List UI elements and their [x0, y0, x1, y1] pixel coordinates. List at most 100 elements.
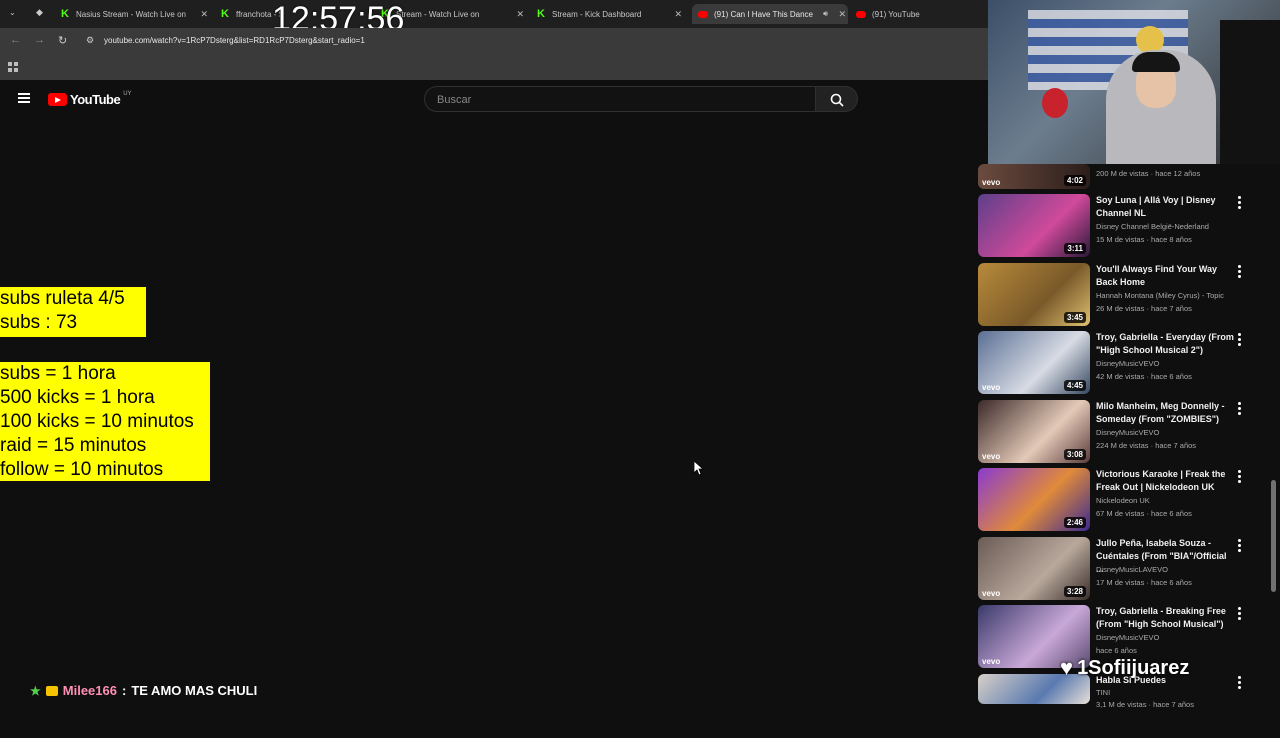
search-button[interactable]	[816, 86, 858, 112]
list-item[interactable]: vevo 4:02 200 M de vistas · hace 12 años	[978, 126, 1268, 190]
hamburger-menu-icon[interactable]	[18, 93, 30, 103]
search-input[interactable]	[435, 93, 799, 107]
kick-icon: K	[61, 8, 69, 20]
duration-badge: 3:45	[1063, 311, 1086, 323]
channel-name[interactable]: DisneyMusicVEVO	[1096, 359, 1246, 368]
channel-name[interactable]: Disney Channel België-Nederland	[1096, 222, 1246, 231]
more-options-icon[interactable]	[1238, 675, 1241, 689]
video-title[interactable]: You'll Always Find Your Way Back Home	[1096, 263, 1234, 289]
channel-name[interactable]: DisneyMusicVEVO	[1096, 428, 1246, 437]
heart-icon: ♥	[1060, 655, 1074, 680]
subs-roulette-box: subs ruleta 4/5 subs : 73	[0, 287, 146, 337]
more-options-icon[interactable]	[1238, 196, 1241, 209]
more-options-icon[interactable]	[1238, 264, 1241, 278]
video-title[interactable]: Milo Manheim, Meg Donnelly - Someday (Fr…	[1096, 400, 1234, 426]
more-options-icon[interactable]	[1238, 333, 1241, 346]
video-thumbnail[interactable]: vevo 4:02	[978, 164, 1090, 189]
overlay-line: subs ruleta 4/5	[0, 288, 125, 309]
bookmarks-bar	[0, 56, 988, 80]
chat-separator: :	[121, 683, 127, 698]
video-meta: 15 M de vistas · hace 8 años	[1096, 235, 1192, 244]
video-thumbnail[interactable]: 3:45	[978, 262, 1090, 326]
list-item[interactable]: 2:46 Victorious Karaoke | Freak the Freak…	[978, 468, 1268, 532]
duration-badge: 3:11	[1064, 243, 1086, 254]
search-icon	[830, 93, 844, 107]
vevo-badge: vevo	[982, 451, 1001, 461]
toy-figure-image	[1042, 88, 1068, 118]
channel-name[interactable]: DisneyMusicVEVO	[1096, 633, 1246, 642]
vevo-badge: vevo	[982, 178, 1001, 187]
tab-youtube-active[interactable]: (91) Can I Have This Dance 🔊︎ ✕	[692, 4, 848, 24]
search-box	[424, 86, 816, 112]
video-meta: 42 M de vistas · hace 6 años	[1096, 372, 1192, 381]
list-item[interactable]: vevo 3:28 Jullo Peña, Isabela Souza - Cuén…	[978, 536, 1268, 601]
youtube-play-icon	[48, 93, 67, 106]
more-options-icon[interactable]	[1238, 538, 1241, 552]
scrollbar[interactable]	[1271, 480, 1276, 592]
duration-badge: 2:46	[1063, 517, 1086, 528]
site-info-icon[interactable]: ⚙	[86, 35, 94, 46]
video-thumbnail[interactable]: 3:11	[978, 194, 1090, 257]
video-thumbnail[interactable]: 2:46	[978, 468, 1090, 531]
extension-icon[interactable]: ◆	[36, 7, 43, 18]
tab-kick-dashboard[interactable]: K Stream - Kick Dashboard ✕	[536, 4, 684, 24]
close-icon[interactable]: ✕	[516, 9, 524, 20]
video-thumbnail[interactable]: vevo 4:45	[978, 331, 1090, 394]
overlay-line: raid = 15 minutos	[0, 435, 147, 456]
tab-kick-1[interactable]: K Nasius Stream - Watch Live on ✕	[60, 4, 210, 24]
list-item[interactable]: vevo 4:45 Troy, Gabriella - Everyday (From…	[978, 331, 1268, 395]
video-title[interactable]: Victorious Karaoke | Freak the Freak Out…	[1096, 468, 1234, 494]
tab-kick-2[interactable]: K ffranchota - Stream	[220, 4, 280, 24]
video-meta: 17 M de vistas · hace 6 años	[1096, 577, 1192, 587]
vevo-badge: vevo	[982, 657, 1001, 666]
channel-name[interactable]: DisneyMusicLAVEVO	[1096, 565, 1246, 574]
follow-alert: ♥ 1Sofiijuarez	[1060, 655, 1189, 681]
video-title[interactable]: Troy, Gabriella - Everyday (From "High S…	[1096, 331, 1234, 357]
channel-name[interactable]: Hannah Montana (Miley Cyrus) - Topic	[1096, 291, 1246, 300]
apps-grid-icon[interactable]	[8, 62, 18, 72]
back-icon[interactable]: ←	[10, 34, 21, 46]
forward-icon[interactable]: →	[34, 34, 45, 46]
more-options-icon[interactable]	[1238, 470, 1241, 483]
person-cap	[1132, 52, 1180, 72]
tab-youtube[interactable]: (91) YouTube	[856, 4, 976, 24]
list-item[interactable]: 3:11 Soy Luna | Allá Voy | Disney Channel…	[978, 194, 1268, 258]
kick-icon: K	[537, 8, 545, 20]
youtube-logo[interactable]: YouTube UY	[48, 91, 132, 107]
video-meta: hace 6 años	[1096, 646, 1137, 655]
tab-label: Stream - Watch Live on	[396, 9, 480, 19]
recommendations-sidebar: vevo 4:02 200 M de vistas · hace 12 años…	[978, 126, 1280, 720]
youtube-icon	[698, 10, 708, 18]
video-meta: 200 M de vistas · hace 12 años	[1096, 169, 1201, 178]
overlay-line: subs = 1 hora	[0, 363, 116, 384]
url-text[interactable]: youtube.com/watch?v=1RcP7Dsterg&list=RD1…	[104, 36, 365, 45]
video-title[interactable]: Soy Luna | Allá Voy | Disney Channel NL	[1096, 194, 1234, 220]
video-meta: 3,1 M de vistas · hace 7 años	[1096, 699, 1194, 709]
duration-badge: 4:45	[1063, 380, 1086, 391]
close-icon[interactable]: ✕	[200, 9, 208, 20]
list-item[interactable]: Habla Si Puedes TINI 3,1 M de vistas · hac…	[978, 673, 1268, 738]
overlay-line: follow = 10 minutos	[0, 459, 164, 480]
reload-icon[interactable]: ↻	[58, 34, 67, 47]
more-options-icon[interactable]	[1238, 401, 1241, 415]
vevo-badge: vevo	[982, 383, 1001, 392]
video-meta: 67 M de vistas · hace 6 años	[1096, 509, 1192, 518]
video-title[interactable]: Troy, Gabriella - Breaking Free (From "H…	[1096, 605, 1234, 631]
close-icon[interactable]: ✕	[674, 9, 682, 20]
list-item[interactable]: vevo 3:08 Milo Manheim, Meg Donnelly - Som…	[978, 399, 1268, 464]
chat-text: TE AMO MAS CHULI	[131, 683, 258, 698]
video-thumbnail[interactable]: vevo 3:28	[978, 536, 1090, 600]
list-item[interactable]: 3:45 You'll Always Find Your Way Back Hom…	[978, 262, 1268, 327]
video-meta: 224 M de vistas · hace 7 años	[1096, 440, 1197, 450]
logo-text: YouTube	[70, 92, 121, 107]
youtube-icon	[856, 10, 866, 18]
channel-name[interactable]: Nickelodeon UK	[1096, 496, 1246, 505]
star-badge-icon: ★	[30, 683, 41, 698]
video-thumbnail[interactable]: vevo 3:08	[978, 399, 1090, 463]
more-options-icon[interactable]	[1238, 607, 1241, 620]
tab-label: Nasius Stream - Watch Live on	[76, 9, 186, 19]
channel-name[interactable]: TINI	[1096, 688, 1246, 697]
speaker-icon[interactable]: 🔊︎	[823, 9, 828, 19]
tab-list-chevron-icon[interactable]: ⌄	[9, 8, 16, 17]
close-icon[interactable]: ✕	[838, 9, 846, 20]
